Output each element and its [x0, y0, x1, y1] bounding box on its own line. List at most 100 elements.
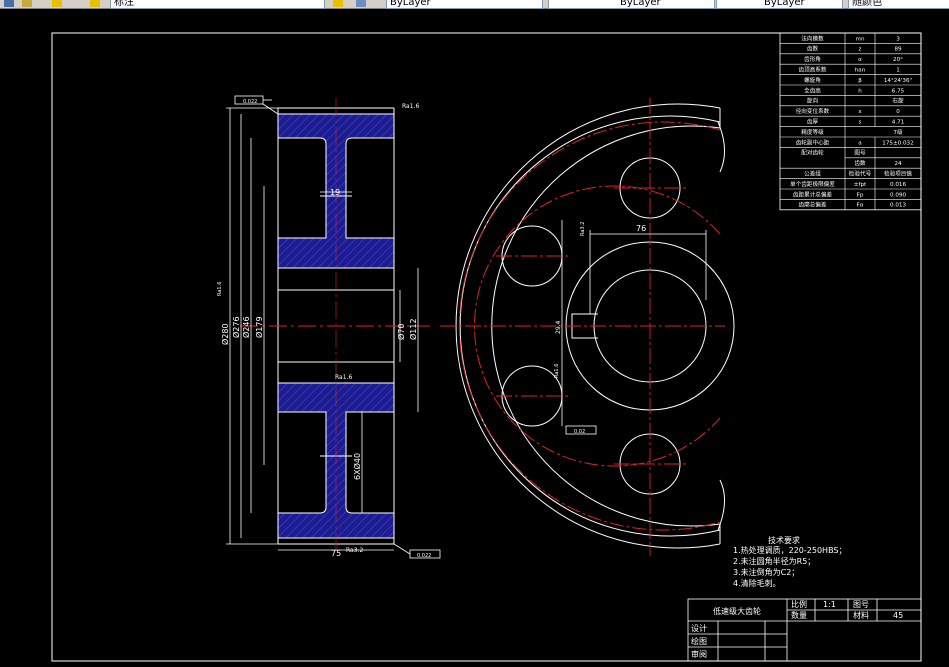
param-symbol: β: [858, 78, 862, 84]
param-name: 精度等级: [801, 128, 824, 136]
param-value: 4.71: [892, 120, 905, 126]
param-value: 175±0.032: [882, 140, 913, 146]
ra-bore2: Ra1.6: [554, 364, 560, 378]
tolerance-frame-top: 0.022: [234, 95, 279, 115]
lineweight-dropdown[interactable]: ByLayer: [716, 0, 843, 9]
front-dim-text: 76 29.4 Ra3.2 Ra1.6 0.02: [554, 222, 646, 435]
param-value: 3: [896, 36, 900, 42]
design-label: 设计: [691, 623, 707, 633]
param-value: 7级: [893, 128, 903, 136]
param-name: 单个齿距极限偏差: [790, 180, 835, 188]
linetype-dropdown[interactable]: ByLayer: [548, 0, 715, 9]
layer-previous-icon[interactable]: [356, 0, 366, 7]
param-value: 89: [894, 47, 902, 53]
param-name: 配对齿轮: [801, 149, 824, 157]
ra-top: Ra1.6: [402, 103, 419, 110]
param-value: 14°24'36": [884, 78, 913, 84]
layer-on-icon[interactable]: [22, 0, 32, 7]
make-current-icon[interactable]: [333, 0, 343, 7]
tech-req-line-4: 4.清除毛刺。: [733, 578, 781, 588]
dim-width75: 75: [331, 549, 341, 558]
layer-dropdown[interactable]: 标注: [110, 0, 325, 9]
param-value: 右旋: [892, 97, 904, 105]
param-value: 24: [894, 161, 902, 167]
param-name: 螺旋角: [804, 76, 821, 84]
tolerance-frame-bottom: 0.022: [393, 543, 441, 559]
param-symbol: α: [858, 57, 862, 63]
section-dim-text: Ø280 Ø276 Ø246 Ø179 Ø70 Ø112 6XØ40 75 19…: [220, 103, 419, 558]
layer-states-icon[interactable]: [4, 0, 14, 7]
param-symbol: 图号: [854, 149, 866, 157]
param-symbol: 齿数: [854, 159, 866, 167]
svg-text:0.022: 0.022: [417, 553, 431, 559]
param-value: 0.013: [890, 203, 906, 209]
dim-width19: 19: [330, 188, 340, 197]
dim-keyway76: 76: [636, 224, 646, 233]
param-value: 0.016: [890, 182, 906, 188]
param-symbol: a: [858, 140, 861, 146]
param-name: 全齿高: [804, 86, 821, 94]
param-symbol: z: [859, 47, 862, 53]
drawing-border: [51, 32, 922, 662]
color-dropdown[interactable]: ByLayer: [386, 0, 543, 9]
tol-bore: 0.02: [574, 429, 585, 435]
tech-req-line-1: 1.热处理调质，220-250HBS；: [733, 545, 847, 555]
svg-text:0.022: 0.022: [243, 99, 257, 105]
layer-color-icon[interactable]: [90, 0, 100, 7]
param-symbol: x: [858, 109, 862, 115]
ra-key: Ra3.2: [580, 222, 586, 236]
param-symbol: Fα: [857, 203, 864, 209]
scale-value: 1:1: [823, 600, 836, 609]
ra-mid: Ra1.6: [335, 374, 352, 381]
tech-req-line-3: 3.未注倒角为C2；: [733, 567, 799, 577]
datum-marker: Ra1.6: [217, 282, 223, 296]
technical-requirements: 技术要求 1.热处理调质，220-250HBS； 2.未注圆角半径为R5； 3.…: [733, 535, 847, 588]
param-symbol: s: [859, 120, 862, 126]
dim-d70: Ø70: [396, 324, 406, 340]
param-name: 齿厚: [807, 119, 819, 126]
material-label: 材料: [853, 610, 869, 620]
param-value: 0.090: [890, 192, 906, 198]
front-centerlines: [440, 98, 725, 556]
ra-bottom: Ra3.2: [346, 547, 363, 554]
title-block-text: 低速级大齿轮 比例 1:1 图号 数量 材料 45 设计 绘图 审阅: [691, 599, 903, 659]
plot-style-dropdown[interactable]: 随颜色: [848, 0, 949, 9]
param-name: 齿轮副中心距: [796, 138, 830, 146]
draw-label: 绘图: [691, 636, 707, 646]
properties-toolbar: 标注 ByLayer ByLayer ByLayer 随颜色: [0, 0, 949, 9]
param-name: 旋向: [807, 97, 819, 105]
dim-d246: Ø246: [241, 316, 251, 338]
dim-d179: Ø179: [254, 316, 264, 338]
tech-req-title: 技术要求: [768, 535, 800, 545]
param-value: 20°: [893, 57, 903, 63]
param-value: 6.75: [892, 88, 905, 94]
param-name: 齿顶高系数: [799, 66, 827, 74]
model-space-canvas[interactable]: Ø280 Ø276 Ø246 Ø179 Ø70 Ø112 6XØ40 75 19…: [0, 9, 949, 667]
param-name: 齿距累计总偏差: [793, 190, 833, 198]
dim-d112: Ø112: [408, 318, 418, 340]
param-symbol: han: [855, 68, 866, 74]
scale-label: 比例: [791, 599, 807, 609]
param-symbol: Fp: [857, 192, 864, 198]
svg-text:Ra1.6: Ra1.6: [217, 282, 223, 296]
param-name: 齿形角: [804, 55, 821, 63]
param-value: 检验项目值: [884, 170, 912, 178]
front-dimensions: [561, 220, 707, 435]
param-name: 齿廓总偏差: [799, 201, 827, 209]
review-label: 审阅: [691, 649, 707, 659]
dim-keyway-t: 29.4: [555, 320, 562, 334]
param-symbol: 检验代号: [849, 170, 872, 178]
drawing-no-label: 图号: [853, 600, 869, 609]
param-name: 齿数: [807, 45, 819, 53]
param-symbol: h: [858, 88, 862, 94]
param-symbol: ±fpt: [854, 182, 867, 188]
layer-lock-icon[interactable]: [52, 0, 62, 7]
dim-d280: Ø280: [220, 323, 230, 345]
gear-parameter-table: 法向模数 mn 3 齿数 z 89 齿形角 α 20° 齿顶高系数 han 1 螺旋角 β 14°24'36…: [779, 32, 922, 211]
param-name: 径向变位系数: [796, 107, 830, 115]
qty-label: 数量: [791, 610, 807, 620]
param-value: 1: [896, 68, 900, 74]
tech-req-line-2: 2.未注圆角半径为R5；: [733, 556, 815, 566]
dim-holes: 6XØ40: [352, 453, 362, 480]
param-name: 公差组: [804, 170, 821, 178]
